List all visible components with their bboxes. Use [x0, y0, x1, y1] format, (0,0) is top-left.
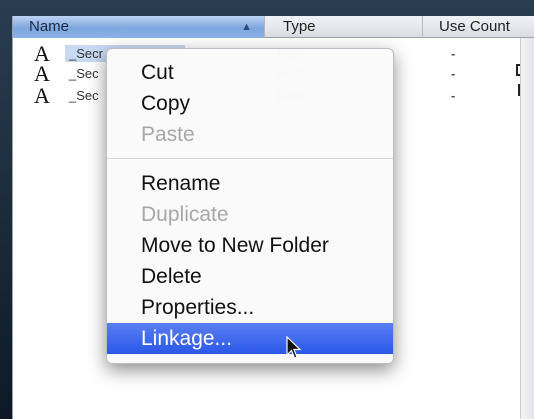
menu-item-paste: Paste [141, 123, 195, 146]
library-window: Name ▲ Type Use Count A _Secr Font - A _… [0, 0, 534, 419]
item-use-count: - [451, 88, 456, 103]
menu-item-move-to-new-folder[interactable]: Move to New Folder [107, 230, 393, 261]
name-column-header[interactable]: Name ▲ [13, 16, 265, 38]
use-count-column-header[interactable]: Use Count [423, 16, 534, 38]
item-use-count: - [451, 46, 456, 61]
menu-item-cut[interactable]: Cut [107, 57, 393, 88]
use-count-column-label: Use Count [439, 18, 510, 35]
name-column-label: Name [29, 18, 70, 35]
menu-item-copy[interactable]: Copy [107, 88, 393, 119]
menu-item-rename[interactable]: Rename [107, 168, 393, 199]
font-symbol-icon: A [34, 83, 50, 108]
column-header-bar: Name ▲ Type Use Count [13, 16, 534, 38]
menu-item-properties[interactable]: Properties... [107, 292, 393, 323]
menu-separator [107, 158, 393, 159]
menu-item-linkage[interactable]: Linkage... [107, 323, 393, 354]
item-use-count: - [451, 66, 456, 81]
sort-ascending-icon: ▲ [241, 21, 252, 33]
vertical-scrollbar[interactable] [520, 38, 534, 419]
menu-item-delete[interactable]: Delete [107, 261, 393, 292]
context-menu: Cut Copy Paste Rename Duplicate Move to … [106, 48, 394, 364]
mouse-pointer-icon [286, 336, 302, 359]
menu-item-duplicate: Duplicate [141, 203, 229, 226]
type-column-label: Type [283, 18, 316, 35]
type-column-header[interactable]: Type [265, 16, 423, 38]
